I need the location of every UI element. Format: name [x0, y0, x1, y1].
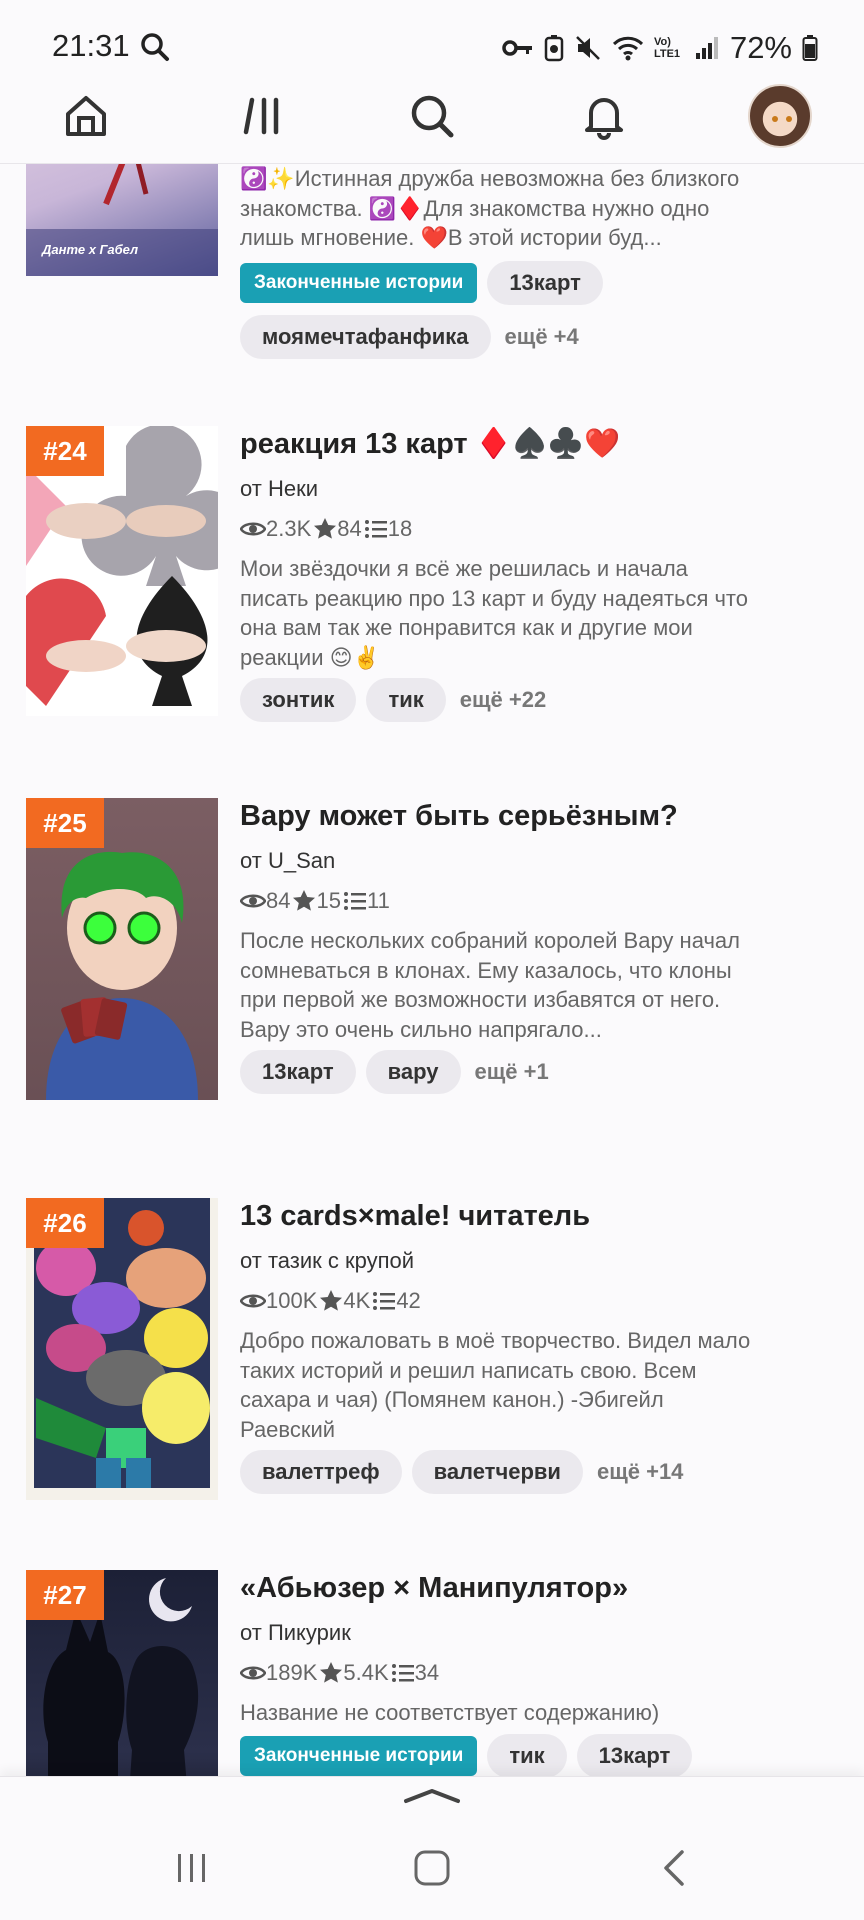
story-info: ☯️✨Истинная дружба невозможна без близко… [240, 164, 760, 359]
views-count: 84 [266, 888, 291, 913]
story-author[interactable]: от U_San [240, 848, 760, 874]
battery-icon [802, 34, 818, 62]
tag-list: Законченные истории 13карт моямечтафанфи… [240, 260, 720, 359]
back-icon[interactable] [658, 1850, 694, 1891]
tag-list: зонтик тик ещё +22 [240, 678, 760, 722]
story-info: реакция 13 карт ♦️♠️♣️❤️ от Неки 2.3K 84… [240, 426, 760, 722]
votes-count: 15 [316, 888, 341, 913]
story-cover[interactable]: Данте х Габел [26, 164, 218, 276]
star-icon [292, 889, 316, 913]
tag-list: Законченные истории тик 13карт [240, 1733, 760, 1776]
story-description: После нескольких собраний королей Вару н… [240, 928, 740, 1042]
tag[interactable]: 13карт [240, 1050, 356, 1094]
story-stats: 189K 5.4K 34 [240, 1660, 760, 1686]
bottom-sheet-handle[interactable] [0, 1776, 864, 1814]
recents-icon[interactable] [174, 1850, 210, 1891]
more-tags[interactable]: ещё +14 [597, 1459, 683, 1485]
tag[interactable]: тик [487, 1733, 567, 1776]
story-description: Добро пожаловать в моё творчество. Видел… [240, 1328, 751, 1442]
tag[interactable]: 13карт [487, 260, 603, 305]
list-icon [372, 1291, 396, 1311]
mute-icon [574, 34, 602, 62]
signal-icon [694, 35, 720, 61]
system-nav-bar [0, 1814, 864, 1920]
tag[interactable]: моямечтафанфика [240, 314, 491, 359]
star-icon [319, 1289, 343, 1313]
story-author[interactable]: от тазик с крупой [240, 1248, 760, 1274]
votes-count: 4K [343, 1288, 371, 1313]
votes-count: 5.4K [343, 1660, 389, 1685]
story-author[interactable]: от Пикурик [240, 1620, 760, 1646]
views-count: 100K [266, 1288, 318, 1313]
story-stats: 100K 4K 42 [240, 1288, 760, 1314]
search-icon[interactable] [402, 86, 462, 146]
story-description: ☯️✨Истинная дружба невозможна без близко… [240, 166, 740, 250]
more-tags[interactable]: ещё +1 [475, 1059, 549, 1085]
tag[interactable]: 13карт [576, 1733, 693, 1776]
story-info: 13 cards×male! читатель от тазик с крупо… [240, 1198, 760, 1494]
list-icon [364, 519, 388, 539]
status-time: 21:31 [52, 28, 130, 63]
tag-list: 13карт вару ещё +1 [240, 1050, 760, 1094]
battery-saver-icon [544, 34, 564, 62]
story-info: «Абьюзер × Манипулятор» от Пикурик 189K … [240, 1570, 760, 1776]
status-icons: Vo) LTE1 72% [502, 30, 818, 66]
parts-count: 18 [387, 516, 413, 541]
search-icon [140, 32, 170, 67]
list-icon [391, 1663, 415, 1683]
parts-count: 42 [396, 1288, 421, 1313]
status-bar: 21:31 Vo) LTE1 72% [0, 0, 864, 72]
rank-badge: #27 [26, 1570, 104, 1620]
views-count: 189K [266, 1660, 318, 1685]
tag-list: валеттреф валетчерви ещё +14 [240, 1450, 760, 1494]
parts-count: 34 [414, 1660, 440, 1685]
key-icon [502, 37, 534, 59]
eye-icon [240, 519, 266, 539]
network-label: Vo) LTE1 [653, 36, 681, 60]
votes-count: 84 [337, 516, 362, 541]
parts-count: 11 [366, 888, 390, 913]
views-count: 2.3K [266, 516, 312, 541]
story-title[interactable]: Вару может быть серьёзным? [240, 798, 760, 834]
story-title[interactable]: реакция 13 карт ♦️♠️♣️❤️ [240, 426, 760, 462]
story-description: Название не соответствует содержанию) [240, 1700, 660, 1725]
rank-badge: #25 [26, 798, 104, 848]
rank-badge: #24 [26, 426, 104, 476]
library-icon[interactable] [232, 86, 292, 146]
tag[interactable]: зонтик [240, 678, 357, 722]
story-list: Данте х Габел ☯️✨Истинная дружба невозмо… [0, 164, 864, 1776]
story-stats: 2.3K 84 18 [240, 516, 760, 542]
home-icon[interactable] [56, 86, 116, 146]
cover-text: Данте х Габел [42, 242, 139, 257]
top-nav [0, 72, 864, 164]
list-icon [343, 891, 367, 911]
story-description: Мои звёздочки я всё же решилась и начала… [240, 556, 748, 670]
story-info: Вару может быть серьёзным? от U_San 84 1… [240, 798, 760, 1094]
tag[interactable]: тик [366, 678, 446, 722]
avatar[interactable] [748, 84, 812, 148]
battery-percent: 72% [729, 30, 792, 65]
tag-completed[interactable]: Законченные истории [240, 262, 478, 303]
more-tags[interactable]: ещё +4 [505, 324, 579, 350]
star-icon [319, 1661, 343, 1685]
wifi-icon [612, 35, 644, 61]
eye-icon [240, 1663, 266, 1683]
tag[interactable]: вару [365, 1050, 461, 1094]
eye-icon [240, 891, 266, 911]
tag[interactable]: валеттреф [240, 1450, 402, 1494]
home-button-icon[interactable] [412, 1850, 452, 1891]
star-icon [313, 517, 337, 541]
rank-badge: #26 [26, 1198, 104, 1248]
tag[interactable]: валетчерви [411, 1450, 583, 1494]
more-tags[interactable]: ещё +22 [460, 687, 546, 713]
bell-icon[interactable] [574, 86, 634, 146]
story-author[interactable]: от Неки [240, 476, 760, 502]
story-stats: 84 15 11 [240, 888, 760, 914]
story-title[interactable]: 13 cards×male! читатель [240, 1198, 760, 1234]
eye-icon [240, 1291, 266, 1311]
tag-completed[interactable]: Законченные истории [240, 1735, 478, 1776]
chevron-up-icon[interactable] [402, 1787, 462, 1810]
story-title[interactable]: «Абьюзер × Манипулятор» [240, 1570, 760, 1606]
